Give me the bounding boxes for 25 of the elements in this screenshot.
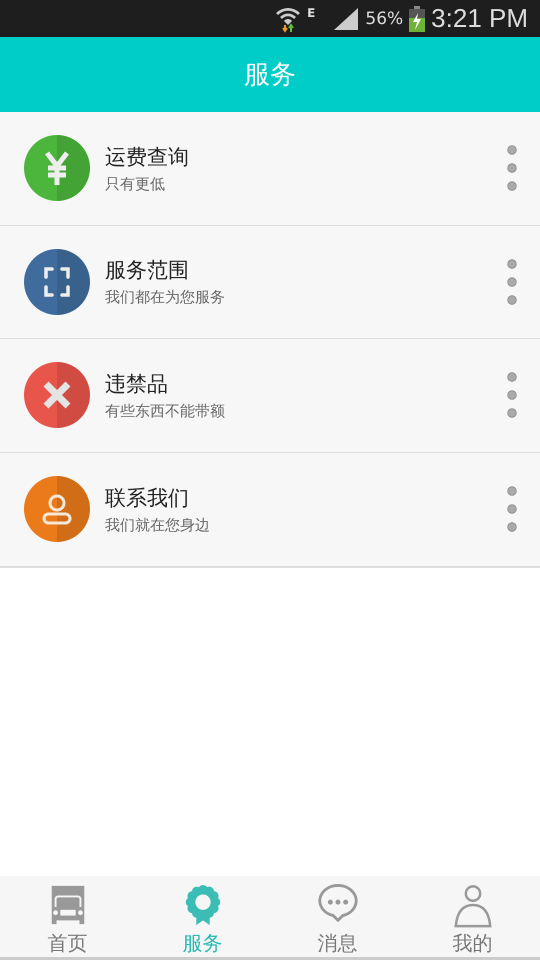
item-title: 联系我们	[105, 484, 190, 512]
battery-icon	[409, 6, 426, 32]
battery-level: 56%	[365, 8, 404, 28]
signal-icon	[333, 6, 360, 30]
item-title: 服务范围	[105, 257, 190, 284]
item-subtitle: 我们就在您身边	[105, 516, 211, 535]
list-item[interactable]: 服务范围 我们都在为您服务	[0, 226, 540, 339]
more-icon[interactable]	[506, 372, 518, 418]
item-subtitle: 只有更低	[105, 174, 166, 194]
page-title: 服务	[244, 59, 296, 92]
more-icon[interactable]	[506, 145, 518, 192]
more-icon[interactable]	[506, 486, 518, 532]
tab[interactable]: 首页	[0, 876, 135, 957]
list-item[interactable]: 联系我们 我们就在您身边	[0, 452, 540, 566]
network-type: E	[307, 6, 316, 20]
tab[interactable]: 消息	[270, 876, 405, 957]
list-item[interactable]: 违禁品 有些东西不能带额	[0, 339, 540, 452]
tab[interactable]: 我的	[405, 876, 540, 957]
item-subtitle: 有些东西不能带额	[105, 402, 226, 421]
clock: 3:21 PM	[431, 3, 528, 34]
list-item[interactable]: 运费查询 只有更低	[0, 112, 540, 226]
more-icon[interactable]	[506, 258, 518, 305]
item-title: 运费查询	[105, 144, 190, 171]
item-title: 违禁品	[105, 370, 169, 398]
item-subtitle: 我们都在为您服务	[105, 288, 226, 308]
